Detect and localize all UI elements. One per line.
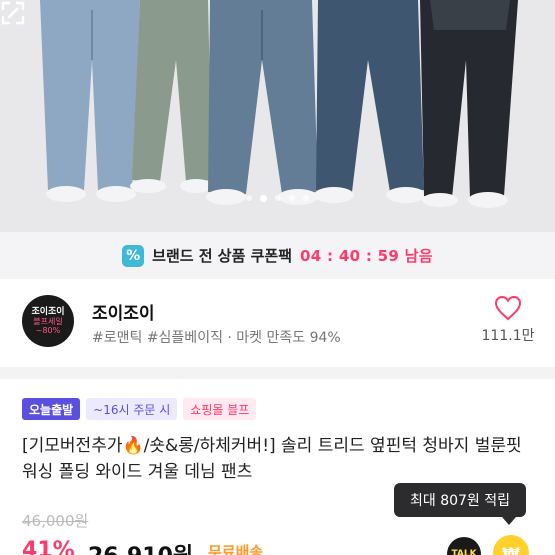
heart-icon[interactable] [494,295,522,321]
shop-name[interactable]: 조이조이 [92,299,155,324]
like-count: 111.1만 [481,328,535,344]
coupon-text: 브랜드 전 상품 쿠폰팩 [152,247,293,265]
shop-logo-name: 조이조이 [31,306,65,317]
product-image[interactable] [0,0,555,232]
pager-dot[interactable] [303,195,309,201]
original-price: 46,000원 [22,512,89,530]
image-pager [0,195,555,202]
points-coin-icon[interactable]: ₩ [493,535,529,555]
coupon-timer: 04 : 40 : 59 남음 [300,247,433,265]
coupon-icon: % [122,244,145,267]
badge-event: 쇼핑몰 블프 [183,398,257,420]
shop-logo-percent: ~80% [35,326,61,336]
talk-button[interactable]: TALK [447,537,481,555]
pager-dot[interactable] [289,195,295,201]
points-tooltip: 최대 807원 적립 [394,483,526,517]
section-divider [0,367,555,379]
coupon-banner[interactable]: % 브랜드 전 상품 쿠폰팩 04 : 40 : 59 남음 [0,232,555,279]
tooltip-arrow [502,517,516,525]
shop-tags: #로맨틱 #심플베이직 · 마켓 만족도 94% [92,330,341,346]
shop-logo[interactable]: 조이조이 블프세일 ~80% [22,295,74,347]
free-shipping-label: 무료배송 [208,543,264,555]
expand-icon[interactable] [0,0,26,26]
shop-info[interactable]: 조이조이 블프세일 ~80% 조이조이 #로맨틱 #심플베이직 · 마켓 만족도… [0,279,555,367]
pager-dot[interactable] [275,195,281,201]
pager-dot-active[interactable] [260,195,267,202]
product-title: [기모버전추가🔥/숏&롱/하체커버!] 솔리 트리드 옆핀턱 청바지 벌룬핏 워… [22,436,522,482]
badge-today-shipping: 오늘출발 [22,398,81,420]
pager-dot[interactable] [246,195,252,201]
product-badges: 오늘출발 ~16시 주문 시 쇼핑몰 블프 [22,398,257,420]
discount-rate: 41% [22,538,75,555]
shop-logo-sale: 블프세일 [33,316,63,326]
badge-order-cutoff: ~16시 주문 시 [86,398,178,420]
sale-price: 26,910원 [88,538,193,555]
